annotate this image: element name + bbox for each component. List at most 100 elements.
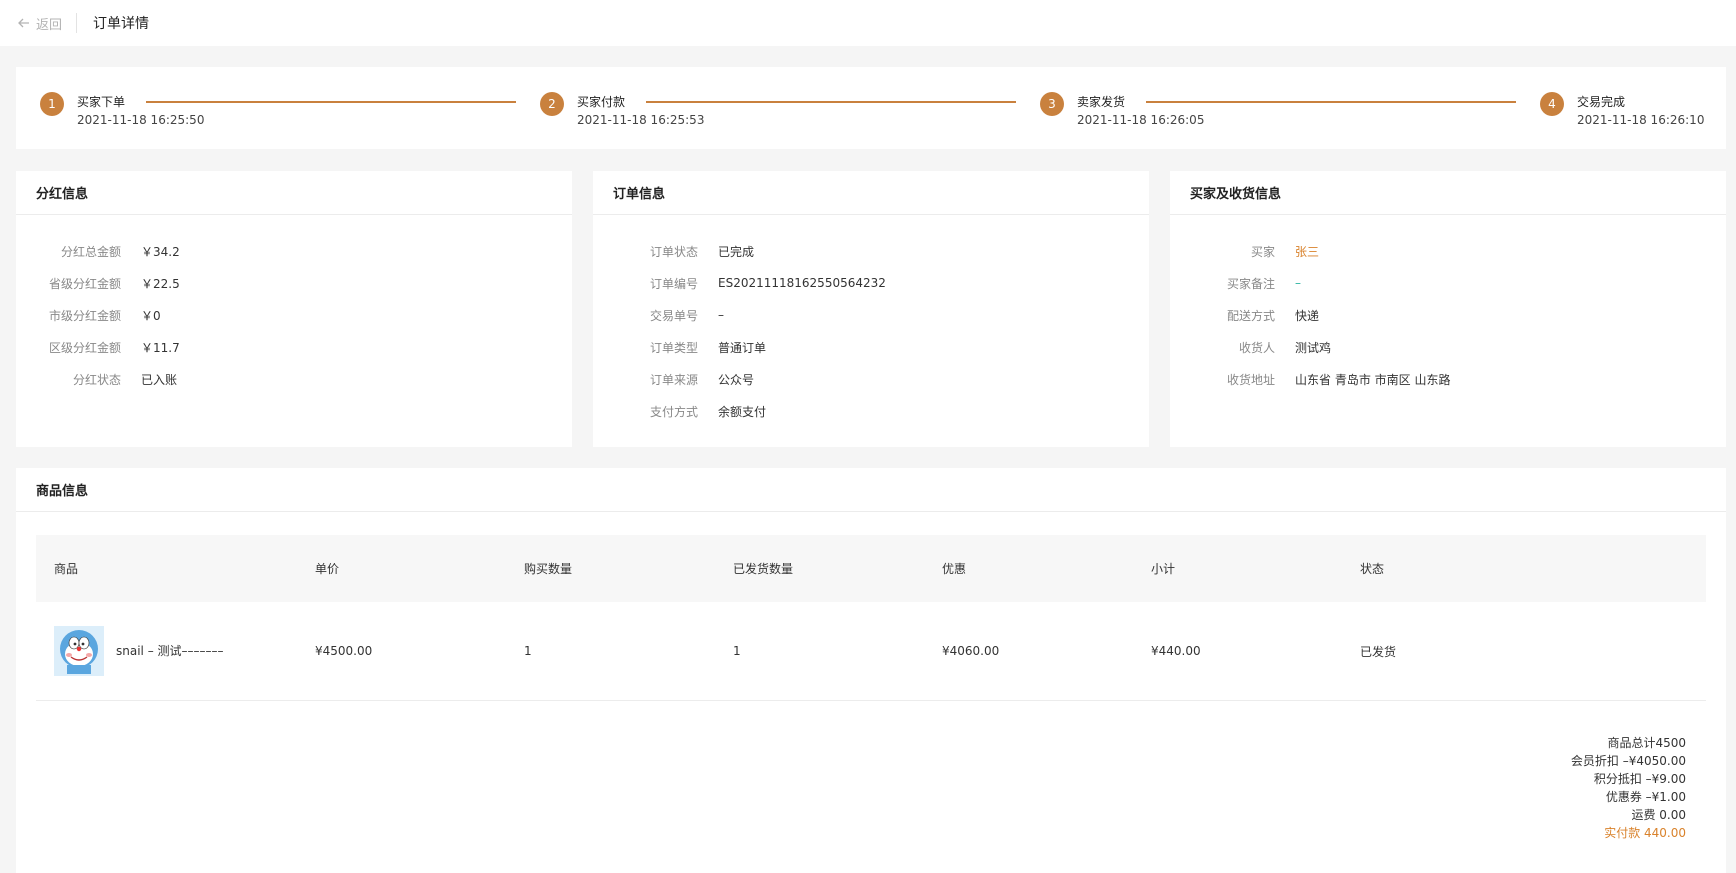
shipped-quantity: 1 <box>733 644 741 658</box>
shipping-fee: 运费 0.00 <box>1631 808 1686 822</box>
buyer-name-link[interactable]: 张三 <box>1295 243 1319 260</box>
buyer-info-card: 买家及收货信息 买家 张三 买家备注 – 配送方式 快递 收货人 测试鸡 收货地址 山东省… <box>1170 171 1726 447</box>
info-key: 收货地址 <box>1226 372 1275 387</box>
dividend-info-card: 分红信息 分红总金额 ￥34.2 省级分红金额 ￥22.5 市级分红金额 ￥0 区级分… <box>16 171 572 447</box>
step-label: 交易完成 <box>1577 95 1626 109</box>
divider <box>76 13 78 33</box>
info-key: 买家 <box>1250 244 1275 259</box>
back-button[interactable]: 返回 <box>17 14 62 33</box>
info-key: 支付方式 <box>649 404 698 419</box>
info-row: 区级分红金额 ￥11.7 <box>16 331 572 363</box>
info-value: ￥11.7 <box>141 340 180 355</box>
card-title: 分红信息 <box>16 171 572 215</box>
table-row: snail – 测试––––––– ¥4500.00 1 1 ¥4060.00 … <box>36 602 1706 701</box>
purchase-quantity: 1 <box>524 644 532 658</box>
order-summary: 商品总计4500 会员折扣 –¥4050.00 积分抵扣 –¥9.00 优惠券 … <box>1571 734 1686 842</box>
info-key: 交易单号 <box>649 308 698 323</box>
step-number: 1 <box>40 92 64 116</box>
info-value: 普通订单 <box>718 340 767 355</box>
info-key: 省级分红金额 <box>48 276 121 291</box>
info-row: 收货地址 山东省 青岛市 市南区 山东路 <box>1170 363 1726 395</box>
info-key: 市级分红金额 <box>48 308 121 323</box>
coupon-deduction: 优惠券 –¥1.00 <box>1605 790 1686 804</box>
step-number: 4 <box>1540 92 1564 116</box>
info-value: – <box>718 308 724 322</box>
amount-paid: 实付款 440.00 <box>1604 826 1686 840</box>
info-value: – <box>1295 276 1301 290</box>
info-key: 配送方式 <box>1226 308 1275 323</box>
info-row: 省级分红金额 ￥22.5 <box>16 267 572 299</box>
info-row: 订单状态 已完成 <box>593 235 1149 267</box>
step-time: 2021-11-18 16:25:53 <box>577 113 705 127</box>
page-title: 订单详情 <box>93 16 150 32</box>
column-header: 单价 <box>315 562 340 576</box>
info-key: 收货人 <box>1238 340 1275 355</box>
info-key: 区级分红金额 <box>48 340 121 355</box>
back-label: 返回 <box>36 17 63 33</box>
goods-total: 商品总计4500 <box>1607 736 1686 750</box>
info-row: 市级分红金额 ￥0 <box>16 299 572 331</box>
column-header: 商品 <box>54 562 79 576</box>
step-number: 2 <box>540 92 564 116</box>
arrow-left-icon <box>18 18 29 28</box>
product-name: snail – 测试––––––– <box>116 644 224 658</box>
product-thumbnail[interactable] <box>54 626 104 676</box>
info-row: 订单类型 普通订单 <box>593 331 1149 363</box>
step-number: 3 <box>1040 92 1064 116</box>
info-row: 分红状态 已入账 <box>16 363 572 395</box>
goods-table-header: 商品 单价 购买数量 已发货数量 优惠 小计 状态 <box>36 535 1706 602</box>
product-image-icon <box>60 630 98 674</box>
info-key: 买家备注 <box>1226 276 1275 291</box>
step-4: 4 交易完成 2021-11-18 16:26:10 <box>1540 92 1704 128</box>
info-value: 公众号 <box>718 372 755 387</box>
info-value: 已完成 <box>718 244 755 259</box>
info-key: 订单类型 <box>649 340 698 355</box>
step-time: 2021-11-18 16:26:05 <box>1077 113 1205 127</box>
step-3: 3 卖家发货 2021-11-18 16:26:05 <box>1040 92 1204 128</box>
info-row: 交易单号 – <box>593 299 1149 331</box>
info-row: 买家 张三 <box>1170 235 1726 267</box>
info-value: ￥0 <box>141 308 161 323</box>
step-connector <box>1146 101 1516 103</box>
info-value: ￥34.2 <box>141 244 180 259</box>
info-row: 支付方式 余额支付 <box>593 395 1149 427</box>
info-row: 订单编号 ES20211118162550564232 <box>593 267 1149 299</box>
order-progress-steps: 1 买家下单 2021-11-18 16:25:50 2 买家付款 2021-1… <box>16 67 1726 149</box>
column-header: 已发货数量 <box>733 562 794 576</box>
unit-price: ¥4500.00 <box>315 644 373 658</box>
step-connector <box>146 101 516 103</box>
card-title: 订单信息 <box>593 171 1149 215</box>
column-header: 购买数量 <box>524 562 573 576</box>
info-key: 订单来源 <box>649 372 698 387</box>
info-key: 分红状态 <box>72 372 121 387</box>
product-cell: snail – 测试––––––– <box>54 602 224 700</box>
step-time: 2021-11-18 16:25:50 <box>77 113 205 127</box>
card-title: 买家及收货信息 <box>1170 171 1726 215</box>
column-header: 优惠 <box>942 562 967 576</box>
subtotal: ¥440.00 <box>1151 644 1201 658</box>
info-value: 测试鸡 <box>1295 340 1332 355</box>
info-row: 分红总金额 ￥34.2 <box>16 235 572 267</box>
info-key: 分红总金额 <box>60 244 121 259</box>
goods-info-card: 商品信息 商品 单价 购买数量 已发货数量 优惠 小计 状态 snail – 测… <box>16 468 1726 873</box>
info-key: 订单编号 <box>649 276 698 291</box>
info-row: 订单来源 公众号 <box>593 363 1149 395</box>
step-1: 1 买家下单 2021-11-18 16:25:50 <box>40 92 204 128</box>
info-row: 配送方式 快递 <box>1170 299 1726 331</box>
top-bar: 返回 订单详情 <box>0 0 1736 46</box>
column-header: 状态 <box>1360 562 1385 576</box>
points-deduction: 积分抵扣 –¥9.00 <box>1593 772 1686 786</box>
status-badge: 已发货 <box>1360 644 1397 659</box>
column-header: 小计 <box>1151 562 1176 576</box>
info-value: 已入账 <box>141 372 178 387</box>
info-row: 收货人 测试鸡 <box>1170 331 1726 363</box>
info-value: 快递 <box>1295 308 1320 323</box>
card-title: 商品信息 <box>16 468 1726 512</box>
step-connector <box>646 101 1016 103</box>
info-key: 订单状态 <box>649 244 698 259</box>
order-info-card: 订单信息 订单状态 已完成 订单编号 ES20211118162550564232 … <box>593 171 1149 447</box>
info-value: ES20211118162550564232 <box>718 276 886 290</box>
info-value: 山东省 青岛市 市南区 山东路 <box>1295 372 1451 387</box>
info-value: ￥22.5 <box>141 276 180 291</box>
step-2: 2 买家付款 2021-11-18 16:25:53 <box>540 92 704 128</box>
